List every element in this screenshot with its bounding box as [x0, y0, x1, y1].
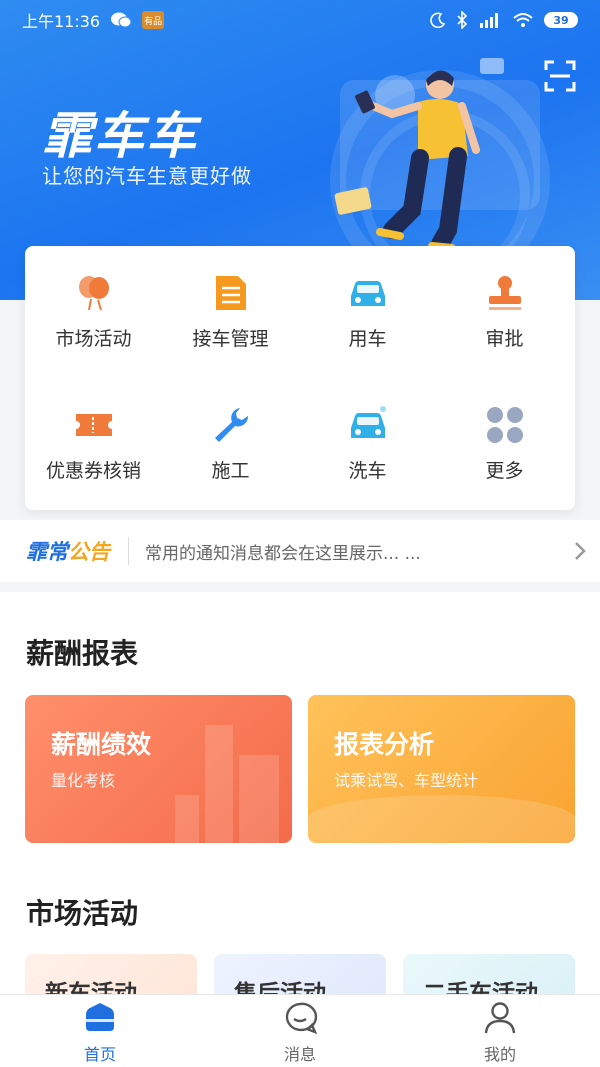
stamp-icon: [488, 276, 521, 310]
salary-performance-card[interactable]: 薪酬绩效 量化考核: [25, 695, 292, 843]
card-decoration: [175, 795, 199, 843]
function-market-activity[interactable]: 市场活动: [25, 246, 162, 378]
notice-brand-part-a: 霏常: [26, 540, 68, 564]
function-label: 市场活动: [55, 328, 132, 350]
wechat-icon: [111, 12, 132, 28]
function-label: 洗车: [348, 460, 387, 482]
moon-icon: [430, 12, 446, 28]
notice-brand-part-b: 公告: [68, 540, 110, 564]
bottom-tab-bar: 首页 消息 我的: [0, 994, 600, 1067]
notice-text: 常用的通知消息都会在这里展示... ...: [145, 543, 421, 564]
balloons-icon: [78, 276, 109, 311]
message-icon: [285, 1002, 318, 1035]
function-label: 审批: [485, 328, 524, 350]
tab-label: 消息: [283, 1045, 316, 1064]
coupon-icon: [75, 414, 112, 436]
function-car-wash[interactable]: 洗车: [299, 378, 436, 510]
function-grid: 市场活动 接车管理 用车 审批 优惠券核销 施工 洗车 更多: [25, 246, 575, 510]
function-construction[interactable]: 施工: [162, 378, 299, 510]
card-subtitle: 试乘试驾、车型统计: [334, 771, 479, 790]
function-more[interactable]: 更多: [436, 378, 573, 510]
tab-label: 首页: [83, 1045, 116, 1064]
brand-title: 霏车车: [42, 107, 198, 165]
card-decoration: [239, 755, 279, 843]
function-label: 接车管理: [192, 328, 269, 350]
function-coupon-verify[interactable]: 优惠券核销: [25, 378, 162, 510]
card-subtitle: 量化考核: [51, 771, 116, 790]
function-vehicle-checkin[interactable]: 接车管理: [162, 246, 299, 378]
profile-icon: [484, 1002, 516, 1034]
function-label: 更多: [485, 460, 524, 482]
function-label: 施工: [211, 460, 250, 482]
report-analysis-card[interactable]: 报表分析 试乘试驾、车型统计: [308, 695, 575, 843]
more-grid-icon: [486, 407, 523, 443]
salary-section-title: 薪酬报表: [26, 637, 139, 670]
home-icon: [86, 1003, 114, 1031]
card-title: 报表分析: [334, 730, 435, 759]
signal-icon: [480, 13, 498, 28]
chevron-right-icon[interactable]: [560, 541, 600, 561]
notice-bar[interactable]: 霏常公告 常用的通知消息都会在这里展示... ...: [0, 520, 600, 582]
wrench-icon: [214, 408, 248, 442]
tab-label: 我的: [483, 1045, 516, 1064]
function-approval[interactable]: 审批: [436, 246, 573, 378]
function-label: 优惠券核销: [45, 460, 141, 482]
car-icon: [350, 281, 385, 306]
function-label: 用车: [348, 328, 387, 350]
tab-home[interactable]: 首页: [0, 995, 200, 1067]
bluetooth-icon: [457, 11, 468, 29]
main-content: 薪酬报表 薪酬绩效 量化考核 报表分析 试乘试驾、车型统计 市场活动 新车活动 …: [0, 592, 600, 1034]
brand-slogan: 让您的汽车生意更好做: [42, 164, 252, 188]
app-badge-icon: 有品: [142, 11, 165, 29]
wifi-icon: [513, 13, 533, 27]
status-bar: 上午11:36 有品 39: [0, 0, 600, 40]
tab-messages[interactable]: 消息: [200, 995, 400, 1067]
notice-divider: [128, 537, 129, 565]
card-decoration: [308, 795, 575, 843]
car-wash-icon: [350, 406, 386, 438]
function-use-car[interactable]: 用车: [299, 246, 436, 378]
tab-profile[interactable]: 我的: [400, 995, 600, 1067]
activity-section-title: 市场活动: [26, 897, 139, 930]
card-decoration: [205, 725, 233, 843]
battery-icon: 39: [544, 12, 578, 28]
card-title: 薪酬绩效: [51, 730, 152, 759]
document-icon: [215, 276, 246, 310]
status-time: 上午11:36: [22, 12, 101, 31]
notice-brand: 霏常公告: [26, 536, 110, 566]
